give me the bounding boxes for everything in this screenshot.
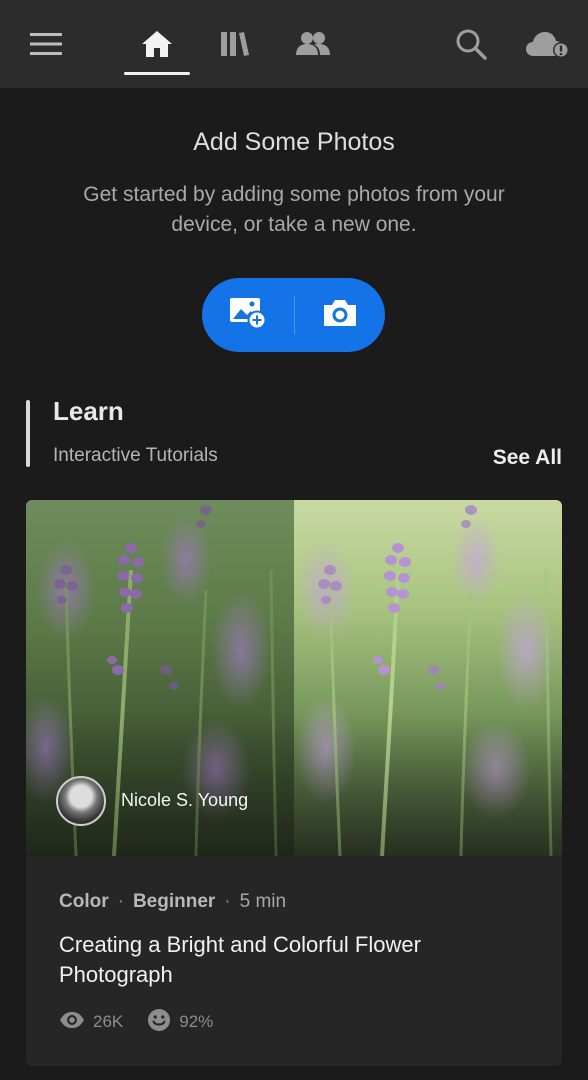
tutorial-meta: Color · Beginner · 5 min: [59, 891, 286, 913]
add-photo-icon: [228, 295, 268, 336]
cloud-alert-icon[interactable]: [522, 22, 574, 66]
tutorial-duration: 5 min: [239, 891, 287, 912]
add-photos-button[interactable]: [202, 278, 294, 352]
library-icon[interactable]: [213, 22, 257, 66]
learn-section-title: Learn: [53, 396, 124, 426]
take-photo-button[interactable]: [295, 278, 385, 352]
smiley-icon: [147, 1008, 179, 1037]
home-icon[interactable]: [135, 22, 179, 66]
views-count: 26K: [93, 1012, 124, 1031]
people-icon[interactable]: [291, 22, 335, 66]
views-stat: 26K: [59, 1011, 123, 1034]
tutorial-category: Color: [59, 891, 109, 912]
camera-icon: [320, 297, 360, 334]
rating-stat: 92%: [147, 1008, 213, 1037]
empty-state-subtitle: Get started by adding some photos from y…: [83, 183, 505, 236]
search-icon[interactable]: [449, 22, 493, 66]
tutorial-card[interactable]: Nicole S. Young Color · Beginner · 5 min Cre…: [26, 500, 562, 1066]
author-avatar: [56, 776, 106, 826]
separator-dot: ·: [224, 891, 231, 912]
tutorial-thumbnail: [26, 500, 562, 856]
tutorial-stats: 26K 92%: [59, 1008, 237, 1036]
menu-icon[interactable]: [24, 22, 68, 66]
active-tab-indicator: [124, 72, 190, 75]
app-root: Add Some Photos Get started by adding so…: [0, 0, 588, 1080]
eye-icon: [59, 1011, 93, 1034]
separator-dot: ·: [117, 891, 124, 912]
tutorial-title: Creating a Bright and Colorful Flower Ph…: [59, 932, 421, 987]
rating-value: 92%: [179, 1012, 214, 1031]
add-photos-button-group: [202, 278, 385, 352]
top-navigation-bar: [0, 0, 588, 88]
section-accent-bar: [26, 400, 30, 467]
empty-state-title: Add Some Photos: [193, 128, 395, 156]
learn-section-subtitle: Interactive Tutorials: [53, 445, 218, 466]
author-name: Nicole S. Young: [121, 790, 249, 810]
tutorial-level: Beginner: [132, 891, 216, 912]
see-all-link[interactable]: See All: [493, 446, 562, 470]
